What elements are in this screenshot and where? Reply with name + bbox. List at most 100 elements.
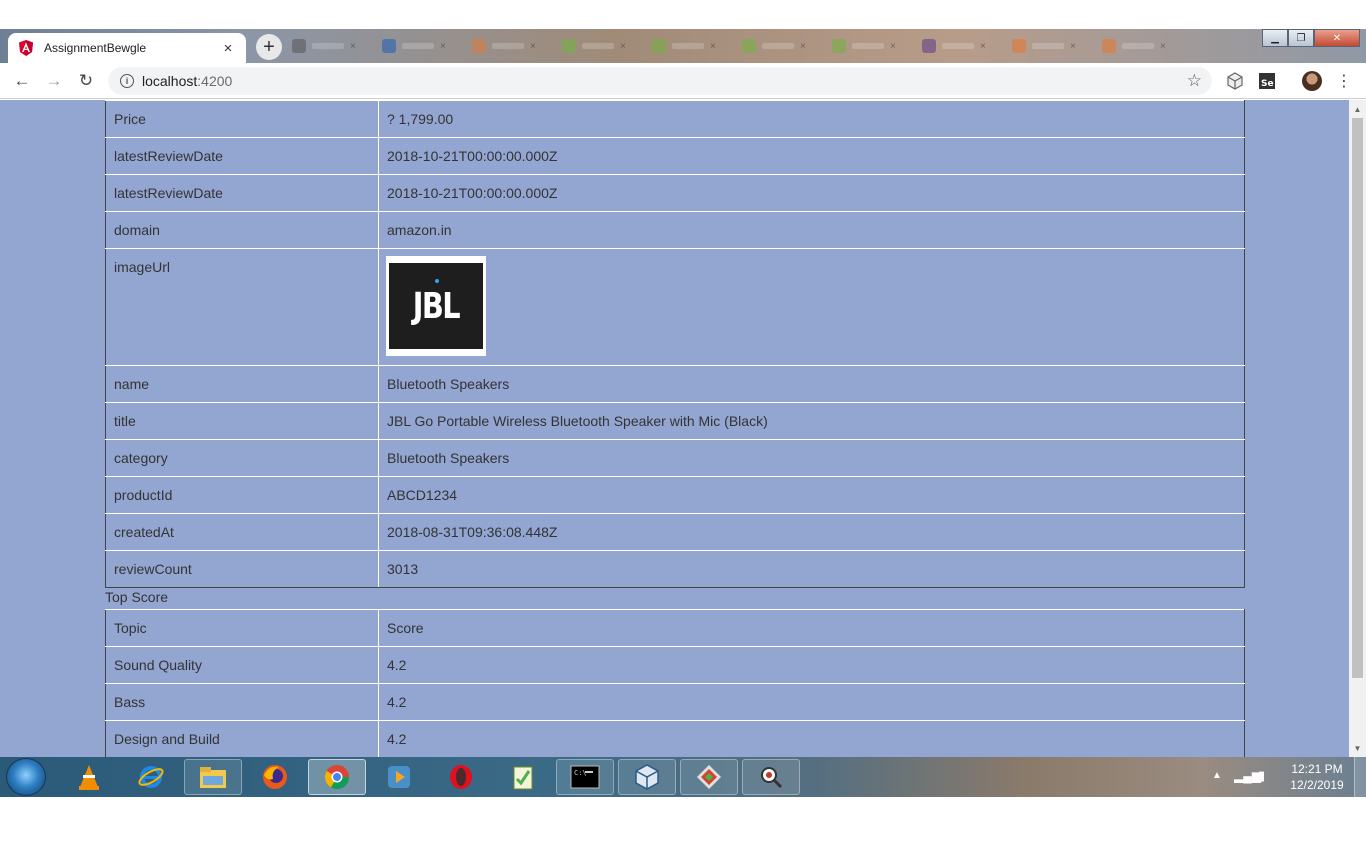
top-score-title: Top Score bbox=[105, 589, 169, 605]
table-row: Price? 1,799.00 bbox=[105, 100, 1245, 138]
header-score: Score bbox=[378, 609, 1245, 647]
new-tab-button[interactable]: + bbox=[256, 34, 282, 60]
page-viewport: Price? 1,799.00 latestReviewDate 2018-10-2… bbox=[0, 100, 1366, 757]
extension-cube-icon[interactable] bbox=[1226, 72, 1244, 90]
row-value: Bluetooth Speakers bbox=[378, 439, 1245, 477]
row-key: imageUrl bbox=[105, 248, 379, 366]
topic-cell: Design and Build bbox=[105, 720, 379, 757]
bookmark-star-icon[interactable]: ☆ bbox=[1187, 71, 1202, 91]
background-tab[interactable]: × bbox=[922, 38, 1002, 54]
background-tab[interactable]: × bbox=[1102, 38, 1182, 54]
address-host: localhost bbox=[142, 73, 198, 89]
row-key: createdAt bbox=[105, 513, 379, 551]
row-key: productId bbox=[105, 476, 379, 514]
internet-explorer-icon[interactable] bbox=[122, 759, 180, 795]
power-icon[interactable]: ▮ bbox=[1258, 768, 1265, 784]
tab-favicon-icon bbox=[1012, 39, 1026, 53]
table-row: Design and Build 4.2 bbox=[105, 720, 1245, 757]
tab-favicon-icon bbox=[652, 39, 666, 53]
address-bar[interactable]: i localhost:4200 ☆ bbox=[108, 67, 1212, 95]
vlc-icon[interactable] bbox=[60, 759, 118, 795]
magnifier-icon[interactable] bbox=[742, 759, 800, 795]
tab-favicon-icon bbox=[382, 39, 396, 53]
clock[interactable]: 12:21 PM 12/2/2019 bbox=[1282, 761, 1352, 793]
profile-avatar[interactable] bbox=[1302, 71, 1322, 91]
browser-menu-icon[interactable]: ⋮ bbox=[1336, 71, 1352, 91]
firefox-icon[interactable] bbox=[246, 759, 304, 795]
tray-expand-icon[interactable]: ▲ bbox=[1212, 770, 1222, 781]
jbl-logo-text: JBL bbox=[412, 285, 461, 327]
score-cell: 4.2 bbox=[378, 683, 1245, 721]
window-close-icon[interactable]: ✕ bbox=[1314, 29, 1360, 47]
git-tool-icon[interactable] bbox=[680, 759, 738, 795]
tab-close-icon[interactable]: × bbox=[220, 40, 236, 57]
site-info-icon[interactable]: i bbox=[120, 74, 134, 88]
back-icon[interactable]: ← bbox=[12, 71, 32, 91]
tab-assignmentbewgle[interactable]: AssignmentBewgle × bbox=[8, 33, 246, 63]
background-tab[interactable]: × bbox=[832, 38, 912, 54]
table-row: latestReviewDate 2018-10-21T00:00:00.000Z bbox=[105, 174, 1245, 212]
windows-taskbar: C:\ ▲ ▂▄▆ ▮ 12:21 PM 12/2/2019 bbox=[0, 757, 1366, 797]
selenium-extension-icon[interactable]: Se bbox=[1258, 72, 1276, 90]
table-row: domain amazon.in bbox=[105, 211, 1245, 249]
minimize-icon[interactable]: ▁ bbox=[1262, 29, 1288, 47]
svg-text:C:\: C:\ bbox=[574, 769, 587, 777]
background-tab[interactable]: × bbox=[742, 38, 822, 54]
row-value: 2018-08-31T09:36:08.448Z bbox=[378, 513, 1245, 551]
tab-favicon-icon bbox=[742, 39, 756, 53]
background-tab[interactable]: × bbox=[292, 38, 372, 54]
row-value: amazon.in bbox=[378, 211, 1245, 249]
background-tab[interactable]: × bbox=[652, 38, 732, 54]
network-signal-icon[interactable]: ▂▄▆ bbox=[1234, 769, 1261, 783]
start-button[interactable] bbox=[6, 758, 46, 796]
background-tab[interactable]: × bbox=[1012, 38, 1092, 54]
table-row: imageUrl JBL bbox=[105, 248, 1245, 366]
show-desktop-button[interactable] bbox=[1354, 757, 1366, 797]
row-key: Price bbox=[105, 100, 379, 138]
command-prompt-icon[interactable]: C:\ bbox=[556, 759, 614, 795]
clock-date: 12/2/2019 bbox=[1290, 778, 1344, 792]
clock-time: 12:21 PM bbox=[1291, 762, 1343, 776]
reload-icon[interactable]: ↻ bbox=[76, 71, 96, 91]
scrollbar-thumb[interactable] bbox=[1352, 118, 1363, 678]
table-row: latestReviewDate 2018-10-21T00:00:00.000Z bbox=[105, 137, 1245, 175]
row-value: ABCD1234 bbox=[378, 476, 1245, 514]
topic-cell: Sound Quality bbox=[105, 646, 379, 684]
row-key: latestReviewDate bbox=[105, 174, 379, 212]
virtualbox-icon[interactable] bbox=[618, 759, 676, 795]
browser-toolbar: ← → ↻ i localhost:4200 ☆ Se ⋮ bbox=[0, 63, 1366, 99]
header-topic: Topic bbox=[105, 609, 379, 647]
row-key: latestReviewDate bbox=[105, 137, 379, 175]
svg-text:Se: Se bbox=[1261, 79, 1274, 89]
notepad-plus-plus-icon[interactable] bbox=[494, 759, 552, 795]
row-value: ? 1,799.00 bbox=[378, 100, 1245, 138]
tab-favicon-icon bbox=[562, 39, 576, 53]
product-details-table: Price? 1,799.00 latestReviewDate 2018-10-2… bbox=[105, 100, 1245, 588]
opera-icon[interactable] bbox=[432, 759, 490, 795]
row-key: category bbox=[105, 439, 379, 477]
media-player-icon[interactable] bbox=[370, 759, 428, 795]
score-cell: 4.2 bbox=[378, 720, 1245, 757]
row-value: JBL Go Portable Wireless Bluetooth Speak… bbox=[378, 402, 1245, 440]
background-tab[interactable]: × bbox=[562, 38, 642, 54]
scroll-up-icon[interactable]: ▲ bbox=[1349, 102, 1366, 116]
screen: AssignmentBewgle × + × × × × × × × × × ×… bbox=[0, 0, 1366, 850]
background-tab[interactable]: × bbox=[382, 38, 462, 54]
table-row: Sound Quality 4.2 bbox=[105, 646, 1245, 684]
background-tab[interactable]: × bbox=[472, 38, 552, 54]
address-port: :4200 bbox=[197, 73, 233, 89]
file-explorer-icon[interactable] bbox=[184, 759, 242, 795]
tab-title: AssignmentBewgle bbox=[44, 41, 147, 55]
vertical-scrollbar[interactable]: ▲ ▼ bbox=[1349, 100, 1366, 757]
forward-icon[interactable]: → bbox=[44, 71, 64, 91]
table-row: Bass 4.2 bbox=[105, 683, 1245, 721]
scroll-down-icon[interactable]: ▼ bbox=[1349, 741, 1366, 755]
chrome-icon[interactable] bbox=[308, 759, 366, 795]
product-image-cell: JBL bbox=[378, 248, 1245, 366]
maximize-icon[interactable]: ❐ bbox=[1288, 29, 1314, 47]
tab-favicon-icon bbox=[292, 39, 306, 53]
angular-icon bbox=[19, 40, 33, 56]
row-value: Bluetooth Speakers bbox=[378, 365, 1245, 403]
table-row: createdAt 2018-08-31T09:36:08.448Z bbox=[105, 513, 1245, 551]
browser-tab-strip: AssignmentBewgle × + × × × × × × × × × ×… bbox=[0, 29, 1366, 63]
